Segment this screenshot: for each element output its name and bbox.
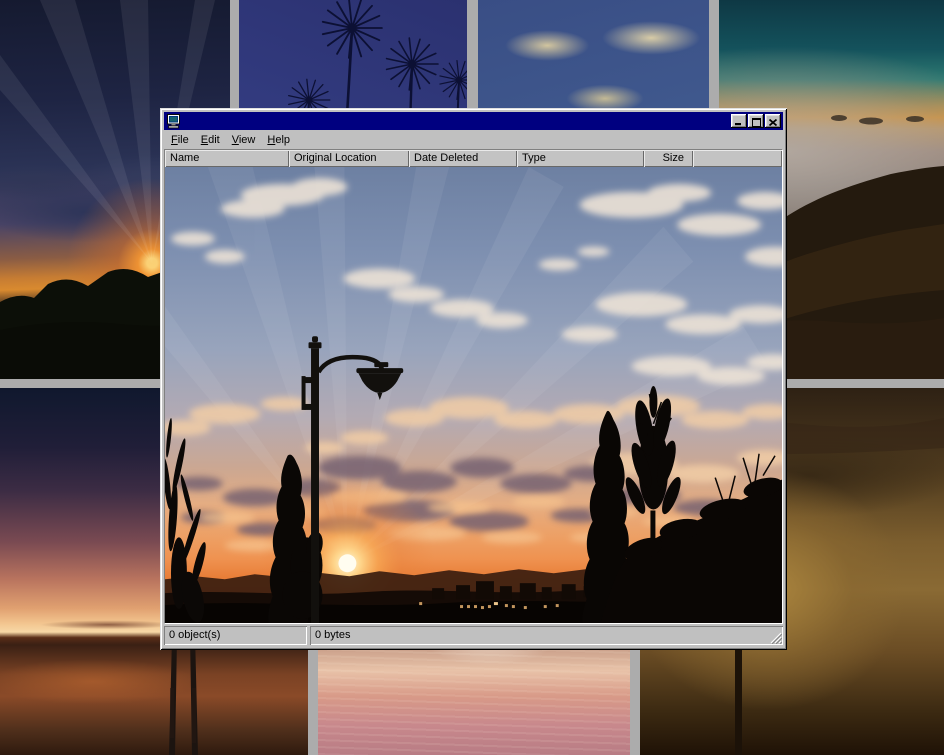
column-header-original-location[interactable]: Original Location: [289, 150, 409, 167]
file-list: Name Original Location Date Deleted Type…: [164, 149, 783, 624]
column-header-type[interactable]: Type: [517, 150, 644, 167]
status-bytes: 0 bytes: [315, 629, 350, 641]
screen: { "colors": { "titlebar_blue": "#000080"…: [0, 0, 944, 755]
sunset-lamppost-photo: [165, 167, 782, 623]
statusbar: 0 object(s) 0 bytes: [164, 626, 783, 646]
menu-edit[interactable]: Edit: [195, 132, 226, 148]
menubar: File Edit View Help: [164, 131, 783, 149]
maximize-button[interactable]: [748, 114, 764, 128]
menu-view[interactable]: View: [226, 132, 262, 148]
column-header-row: Name Original Location Date Deleted Type…: [165, 150, 782, 167]
menu-help[interactable]: Help: [261, 132, 296, 148]
status-objects: 0 object(s): [164, 626, 307, 645]
list-content-sunset-photo[interactable]: [165, 167, 782, 623]
close-button[interactable]: [765, 114, 781, 128]
recycle-bin-window: File Edit View Help Name Original Locati…: [160, 108, 787, 650]
column-header-date-deleted[interactable]: Date Deleted: [409, 150, 517, 167]
computer-icon[interactable]: [166, 114, 182, 129]
column-header-filler: [693, 150, 782, 167]
column-header-size[interactable]: Size: [644, 150, 693, 167]
minimize-button[interactable]: [731, 114, 747, 128]
menu-file[interactable]: File: [165, 132, 195, 148]
column-header-name[interactable]: Name: [165, 150, 289, 167]
status-bytes-panel: 0 bytes: [310, 626, 783, 645]
resize-grip[interactable]: [769, 631, 782, 644]
titlebar[interactable]: [164, 112, 783, 130]
